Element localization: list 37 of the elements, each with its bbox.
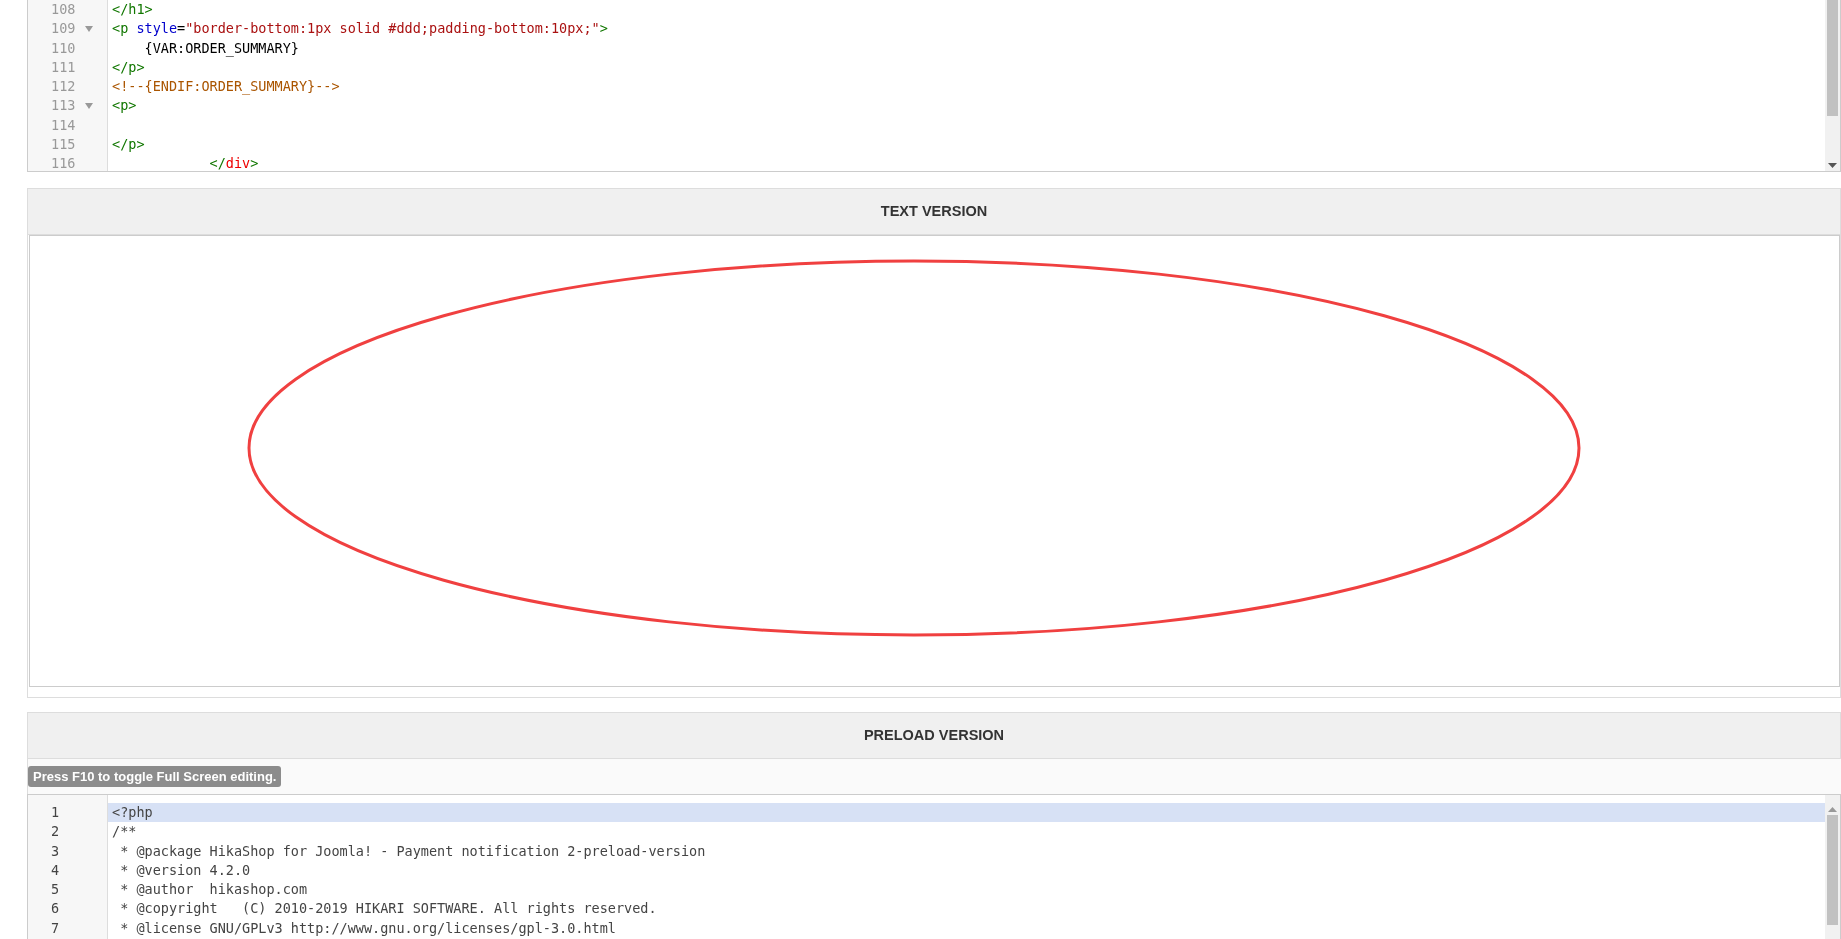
code-line: * @author hikashop.com: [119, 880, 309, 900]
code-line: <p style="border-bottom:1px solid #ddd;padding-bottom:10px;">: [111, 19, 609, 39]
line-number: 115: [51, 135, 77, 155]
code-line: <p>: [111, 96, 138, 116]
line-number: 111: [51, 57, 77, 77]
code-line: </div>: [208, 154, 260, 174]
line-number: 110: [51, 38, 77, 58]
section-title: PRELOAD VERSION: [863, 725, 1005, 745]
fold-arrow-icon[interactable]: [85, 24, 93, 33]
code-line: * @package HikaShop for Joomla! - Payment notification 2-preload-version: [119, 841, 707, 861]
code-line: {VAR:ORDER_SUMMARY}: [143, 38, 300, 58]
code-line: * @version 4.2.0: [119, 860, 252, 880]
code-line: * @copyright (C) 2010-2019 HIKARI SOFTWARE. All rights reserved.: [119, 899, 658, 919]
line-number: 109: [51, 19, 77, 39]
line-number: 2: [51, 822, 61, 842]
line-number: 113: [51, 96, 77, 116]
vertical-scrollbar[interactable]: [1825, 795, 1840, 939]
code-line: </h1>: [111, 0, 154, 19]
line-number: 6: [51, 899, 61, 919]
tooltip: Press F10 to toggle Full Screen editing.: [28, 765, 282, 788]
line-number: 116: [51, 154, 77, 174]
fold-arrow-icon[interactable]: [85, 102, 93, 111]
line-number: 7: [51, 918, 61, 938]
line-number: 3: [51, 841, 61, 861]
code-line: </p>: [111, 135, 146, 155]
vertical-scrollbar[interactable]: [1825, 0, 1840, 171]
section-title: TEXT VERSION: [880, 201, 988, 221]
code-line: /**: [111, 822, 138, 842]
line-number: 108: [51, 0, 77, 19]
line-number: 112: [51, 77, 77, 97]
line-number: 5: [51, 880, 61, 900]
code-line: <!--{ENDIF:ORDER_SUMMARY}-->: [111, 77, 341, 97]
line-number: 4: [51, 860, 61, 880]
line-number: 114: [51, 115, 77, 135]
code-line: </p>: [111, 57, 146, 77]
line-number: 1: [51, 803, 61, 822]
code-line: * @license GNU/GPLv3 http://www.gnu.org/licenses/gpl-3.0.html: [119, 918, 617, 938]
